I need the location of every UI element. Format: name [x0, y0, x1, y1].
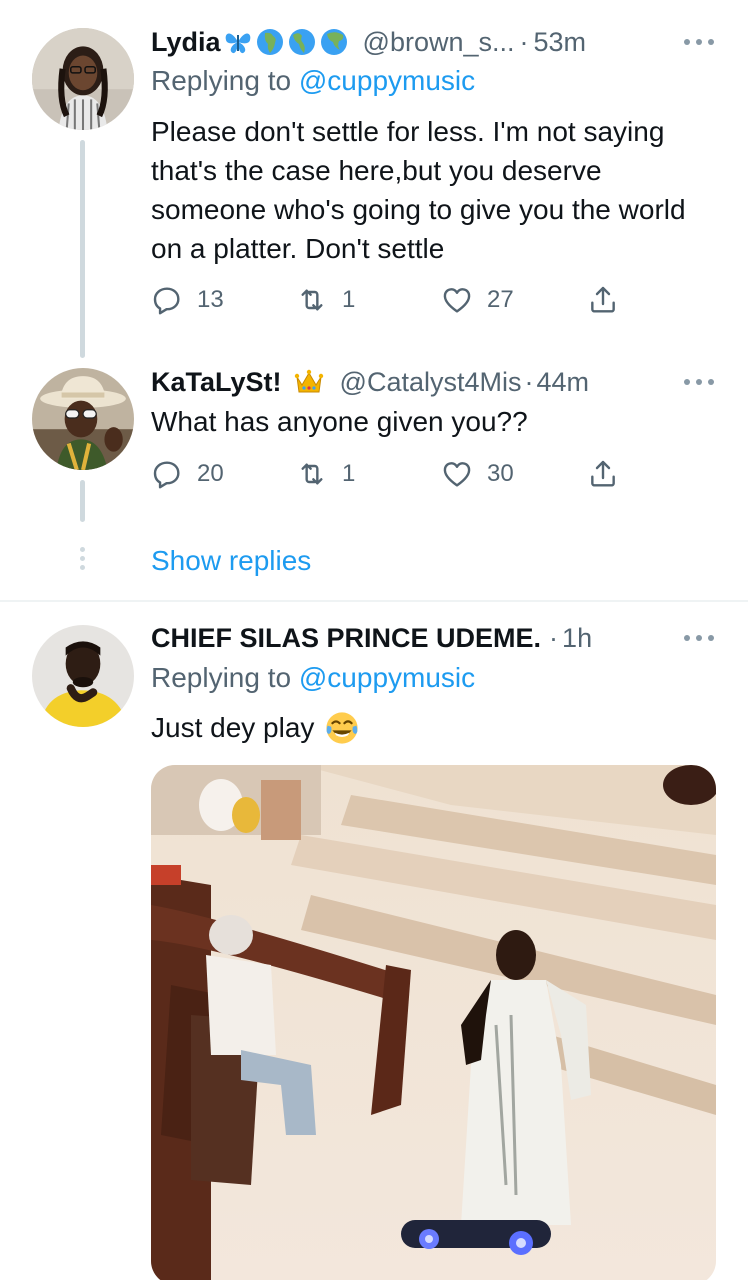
reply-count: 20 — [197, 460, 224, 487]
thread-connector-line — [80, 480, 85, 522]
replying-mention-link[interactable]: @cuppymusic — [299, 662, 475, 693]
reply-icon — [151, 284, 183, 316]
globe-africa-emoji-icon — [255, 27, 285, 57]
retweet-count: 1 — [342, 460, 356, 487]
reply-count: 13 — [197, 286, 224, 313]
crown-emoji-icon — [292, 367, 326, 397]
separator-dot: · — [524, 367, 534, 397]
tweet-text: What has anyone given you?? — [151, 406, 528, 437]
timestamp[interactable]: 44m — [536, 364, 589, 400]
show-replies-link[interactable]: Show replies — [151, 543, 311, 579]
tweet-header: Lydia @brown_s... · 53m — [151, 24, 586, 60]
avatar-katalyst[interactable] — [32, 368, 134, 470]
separator-dot: · — [549, 623, 559, 653]
more-options-icon[interactable] — [684, 37, 714, 47]
separator-dot: · — [519, 27, 529, 57]
timestamp[interactable]: 53m — [534, 24, 587, 60]
user-handle[interactable]: @brown_s... — [363, 24, 515, 60]
replying-prefix: Replying to — [151, 662, 299, 693]
reply-button[interactable]: 20 — [151, 456, 224, 492]
thread-more-dots-icon — [80, 547, 85, 574]
avatar-lydia[interactable] — [32, 28, 134, 130]
butterfly-emoji-icon — [223, 27, 253, 57]
replying-mention-link[interactable]: @cuppymusic — [299, 65, 475, 96]
thread-connector-line — [80, 140, 85, 358]
like-button[interactable]: 30 — [441, 456, 514, 492]
like-count: 30 — [487, 460, 514, 487]
share-icon — [587, 284, 619, 316]
share-icon — [587, 458, 619, 490]
retweet-icon — [296, 284, 328, 316]
tweet-text-row: Just dey play — [151, 708, 711, 747]
display-name[interactable]: KaTaLySt! — [151, 364, 282, 400]
like-count: 27 — [487, 286, 514, 313]
retweet-button[interactable]: 1 — [296, 282, 355, 318]
heart-icon — [441, 458, 473, 490]
like-button[interactable]: 27 — [441, 282, 514, 318]
replying-to: Replying to @cuppymusic — [151, 63, 475, 99]
tweet-header: CHIEF SILAS PRINCE UDEME. · 1h — [151, 620, 592, 656]
tweet-text: Just dey play — [151, 712, 315, 743]
more-options-icon[interactable] — [684, 377, 714, 387]
avatar-chief-silas[interactable] — [32, 625, 134, 727]
divider — [0, 600, 748, 602]
replying-prefix: Replying to — [151, 65, 299, 96]
share-button[interactable] — [587, 282, 619, 318]
replying-to: Replying to @cuppymusic — [151, 660, 475, 696]
tweet-actions: 13 1 27 — [151, 282, 631, 318]
tweet-header: KaTaLySt! @Catalyst4Mis · 44m — [151, 364, 589, 400]
retweet-count: 1 — [342, 286, 356, 313]
retweet-button[interactable]: 1 — [296, 456, 355, 492]
reply-button[interactable]: 13 — [151, 282, 224, 318]
user-handle[interactable]: @Catalyst4Mis — [340, 364, 522, 400]
reply-icon — [151, 458, 183, 490]
heart-icon — [441, 284, 473, 316]
globe-asia-emoji-icon — [319, 27, 349, 57]
tweet-text: Please don't settle for less. I'm not sa… — [151, 116, 686, 264]
globe-americas-emoji-icon — [287, 27, 317, 57]
retweet-icon — [296, 458, 328, 490]
more-options-icon[interactable] — [684, 633, 714, 643]
tweet-actions: 20 1 30 — [151, 456, 631, 492]
tweet-media-image[interactable] — [151, 765, 716, 1280]
share-button[interactable] — [587, 456, 619, 492]
display-name[interactable]: Lydia — [151, 24, 221, 60]
tears-of-joy-emoji-icon — [324, 710, 360, 746]
display-name[interactable]: CHIEF SILAS PRINCE UDEME. — [151, 620, 541, 656]
timestamp[interactable]: 1h — [562, 620, 592, 656]
